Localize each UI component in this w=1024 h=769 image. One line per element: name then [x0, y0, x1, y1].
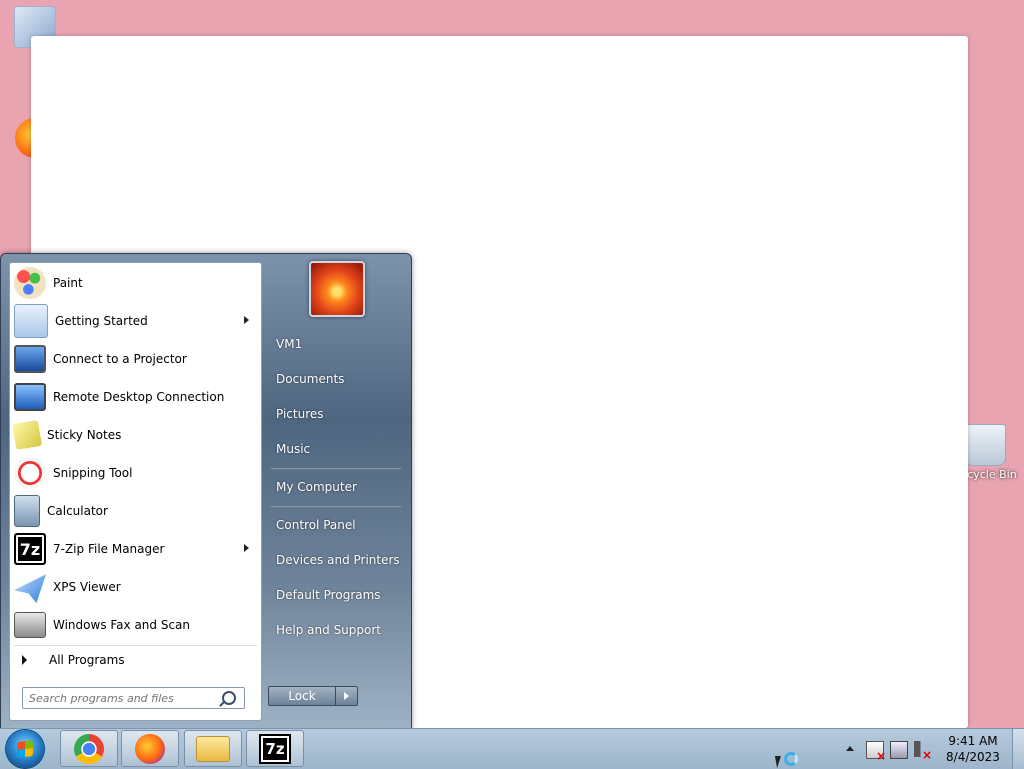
getting-started-icon [14, 304, 48, 338]
show-hidden-icons-button[interactable] [846, 746, 854, 751]
start-right-item-pictures[interactable]: Pictures [276, 407, 324, 421]
clock-date: 8/4/2023 [946, 750, 1000, 764]
program-item-fax-scan[interactable]: Windows Fax and Scan [12, 607, 259, 643]
windows-logo-icon [17, 740, 33, 758]
taskbar: 7z 9:41 AM 8/4/2023 [0, 728, 1024, 769]
system-clock[interactable]: 9:41 AM 8/4/2023 [940, 733, 1006, 765]
taskbar-button-file-explorer[interactable] [184, 730, 242, 767]
program-item-xps-viewer[interactable]: XPS Viewer [12, 569, 259, 605]
program-label: Connect to a Projector [53, 352, 187, 366]
paint-icon [14, 267, 46, 299]
start-right-item-default-programs[interactable]: Default Programs [276, 588, 381, 602]
program-item-snipping-tool[interactable]: Snipping Tool [12, 455, 259, 491]
chevron-right-icon [22, 655, 27, 665]
lock-button[interactable]: Lock [268, 686, 336, 706]
program-label: XPS Viewer [53, 580, 121, 594]
start-button[interactable] [6, 730, 44, 768]
fax-scan-icon [14, 612, 46, 638]
7zip-icon: 7z [14, 533, 46, 565]
snipping-tool-icon [14, 457, 46, 489]
divider [271, 506, 401, 508]
shutdown-options-button[interactable] [336, 686, 358, 706]
program-item-remote-desktop[interactable]: Remote Desktop Connection [12, 379, 259, 415]
taskbar-button-chrome[interactable] [60, 730, 118, 767]
busy-cursor-icon [774, 748, 798, 768]
start-menu: Paint Getting Started Connect to a Proje… [0, 253, 412, 730]
search-icon[interactable] [222, 691, 236, 705]
submenu-arrow-icon[interactable] [244, 544, 249, 552]
program-label: Sticky Notes [47, 428, 122, 442]
all-programs-label: All Programs [49, 653, 125, 667]
program-label: 7-Zip File Manager [53, 542, 165, 556]
start-right-item-devices-printers[interactable]: Devices and Printers [276, 553, 400, 567]
submenu-arrow-icon[interactable] [244, 316, 249, 324]
program-item-sticky-notes[interactable]: Sticky Notes [11, 417, 259, 453]
sticky-notes-icon [11, 419, 43, 451]
start-right-item-help-support[interactable]: Help and Support [276, 623, 381, 637]
action-center-icon[interactable] [866, 741, 886, 763]
divider [271, 468, 401, 470]
start-menu-programs-pane: Paint Getting Started Connect to a Proje… [9, 262, 262, 721]
program-label: Paint [53, 276, 83, 290]
clock-time: 9:41 AM [948, 734, 998, 748]
start-right-item-user[interactable]: VM1 [276, 337, 302, 351]
chevron-right-icon [344, 692, 349, 700]
chrome-icon [74, 733, 104, 764]
start-right-item-my-computer[interactable]: My Computer [276, 480, 357, 494]
program-item-calculator[interactable]: Calculator [12, 493, 259, 529]
program-label: Snipping Tool [53, 466, 133, 480]
recycle-bin-icon [964, 424, 1006, 466]
volume-muted-icon[interactable] [914, 741, 932, 762]
program-item-paint[interactable]: Paint [12, 265, 259, 301]
calculator-icon [14, 495, 40, 527]
program-label: Calculator [47, 504, 108, 518]
program-label: Getting Started [55, 314, 148, 328]
show-desktop-button[interactable] [1012, 729, 1024, 769]
busy-ring-icon [784, 752, 798, 766]
search-input[interactable] [23, 690, 222, 706]
file-explorer-icon [196, 735, 230, 762]
firefox-icon [135, 733, 165, 764]
xps-viewer-icon [14, 574, 46, 603]
search-box[interactable] [22, 687, 245, 709]
pointer-arrow-icon [774, 756, 784, 768]
divider [14, 645, 257, 646]
start-right-item-music[interactable]: Music [276, 442, 310, 456]
program-item-7zip[interactable]: 7z 7-Zip File Manager [12, 531, 259, 567]
remote-desktop-icon [14, 383, 46, 411]
program-label: Windows Fax and Scan [53, 618, 191, 632]
taskbar-button-7zip[interactable]: 7z [246, 730, 304, 767]
program-item-projector[interactable]: Connect to a Projector [12, 341, 259, 377]
taskbar-button-firefox[interactable] [121, 730, 179, 767]
projector-icon [14, 345, 46, 373]
program-label: Remote Desktop Connection [53, 390, 225, 404]
network-icon[interactable] [890, 741, 908, 759]
start-right-item-documents[interactable]: Documents [276, 372, 344, 386]
lock-button-label: Lock [288, 689, 316, 703]
program-item-getting-started[interactable]: Getting Started [12, 303, 259, 339]
user-avatar[interactable] [309, 261, 365, 317]
all-programs-button[interactable]: All Programs [18, 649, 258, 671]
start-right-item-control-panel[interactable]: Control Panel [276, 518, 356, 532]
7zip-icon: 7z [259, 733, 291, 764]
